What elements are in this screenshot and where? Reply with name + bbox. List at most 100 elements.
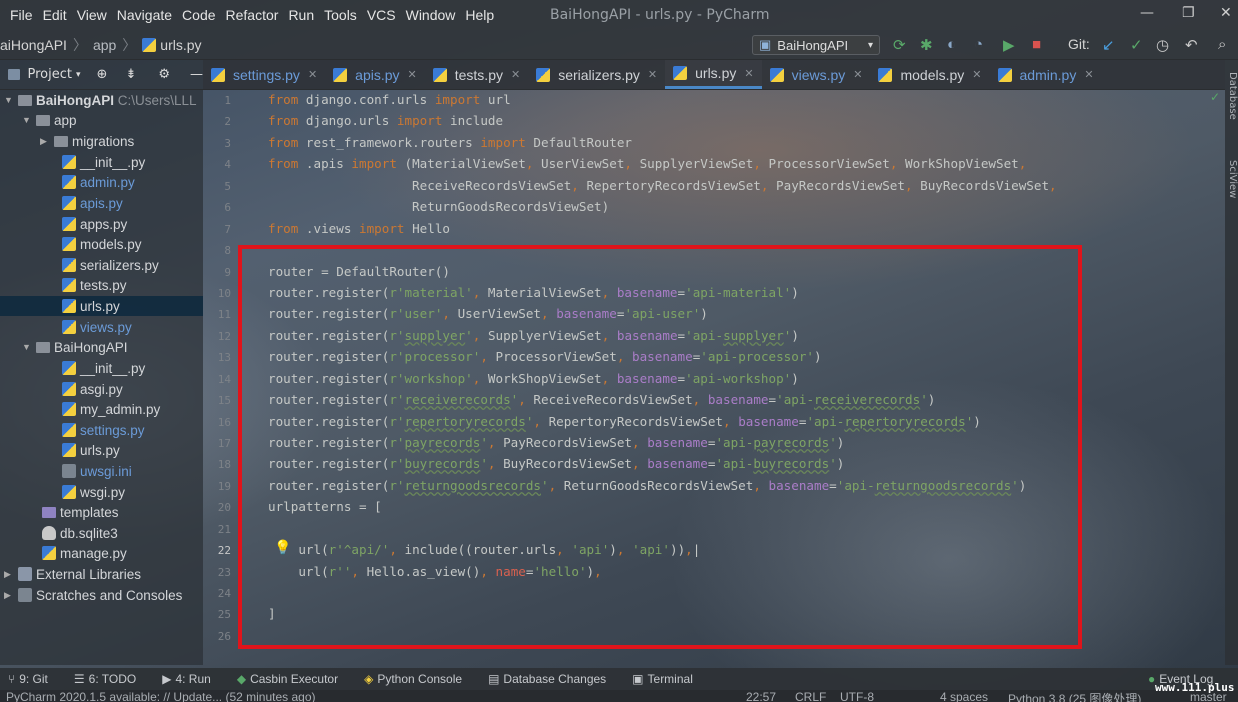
menu-view[interactable]: View xyxy=(72,7,112,23)
tree-item-apis-py[interactable]: apis.py xyxy=(62,193,123,213)
menu-run[interactable]: Run xyxy=(283,7,319,23)
tab-apis-py[interactable]: apis.py ✕ xyxy=(325,60,425,89)
run-configuration-select[interactable]: ▣ BaiHongAPI ▾ xyxy=(752,35,880,55)
tab-views-py[interactable]: views.py ✕ xyxy=(762,60,871,89)
expand-arrow-icon[interactable]: ▼ xyxy=(22,342,32,352)
caret-position[interactable]: 22:57 xyxy=(746,690,776,702)
tab-settings-py[interactable]: settings.py ✕ xyxy=(203,60,325,89)
git-commit-icon[interactable]: ✓ xyxy=(1130,36,1143,54)
close-tab-icon[interactable]: ✕ xyxy=(972,68,981,81)
close-tab-icon[interactable]: ✕ xyxy=(853,68,862,81)
tree-item-app[interactable]: ▼ app xyxy=(22,110,77,130)
tree-item-init-py[interactable]: __init__.py xyxy=(62,358,145,378)
tree-item-external-libraries[interactable]: ▶ External Libraries xyxy=(4,564,141,584)
close-tab-icon[interactable]: ✕ xyxy=(1084,68,1093,81)
breadcrumb-file[interactable]: urls.py xyxy=(160,37,201,53)
breadcrumb-project[interactable]: aiHongAPI xyxy=(0,37,67,53)
tree-item-apps-py[interactable]: apps.py xyxy=(62,214,127,234)
database-panel-button[interactable]: Database xyxy=(1227,72,1238,120)
collapse-arrow-icon[interactable]: ▶ xyxy=(4,590,14,601)
project-view-select[interactable]: Project xyxy=(28,67,72,82)
menu-help[interactable]: Help xyxy=(460,7,499,23)
database-changes-button[interactable]: ▤ Database Changes xyxy=(488,672,606,686)
stop-icon[interactable]: ■ xyxy=(1032,36,1041,53)
tree-item-views-py[interactable]: views.py xyxy=(62,317,132,337)
tab-urls-py-active[interactable]: urls.py ✕ xyxy=(665,60,762,89)
tree-item-urls-py[interactable]: urls.py xyxy=(62,440,120,460)
rollback-icon[interactable]: ↶ xyxy=(1185,36,1198,54)
tree-item-migrations[interactable]: ▶ migrations xyxy=(40,131,134,151)
tab-models-py[interactable]: models.py ✕ xyxy=(870,60,989,89)
collapse-arrow-icon[interactable]: ▶ xyxy=(4,569,14,580)
rerun-icon[interactable]: ⟳ xyxy=(893,36,906,54)
menu-file[interactable]: File xyxy=(0,7,38,23)
tree-item-manage-py[interactable]: manage.py xyxy=(42,543,127,563)
coverage-icon[interactable]: ◐ xyxy=(947,36,956,53)
locate-icon[interactable]: ⊕ xyxy=(97,67,108,82)
tree-item-project-root[interactable]: ▼ BaiHongAPI C:\Users\LLL xyxy=(4,90,197,110)
tree-item-urls-py-selected[interactable]: urls.py xyxy=(0,296,203,316)
tree-item-uwsgi-ini[interactable]: uwsgi.ini xyxy=(62,461,132,481)
tree-item-templates[interactable]: templates xyxy=(42,502,119,522)
chevron-down-icon[interactable]: ▾ xyxy=(76,70,81,80)
tab-admin-py[interactable]: admin.py ✕ xyxy=(990,60,1102,89)
tree-item-scratches[interactable]: ▶ Scratches and Consoles xyxy=(4,585,182,605)
tree-item-models-py[interactable]: models.py xyxy=(62,234,142,254)
file-encoding[interactable]: UTF-8 xyxy=(840,690,874,702)
hide-icon[interactable]: — xyxy=(190,67,203,82)
run-tool-button[interactable]: ▶ 4: Run xyxy=(162,672,211,686)
history-icon[interactable]: ◷ xyxy=(1156,36,1169,54)
breadcrumb-folder[interactable]: app xyxy=(93,37,116,53)
sciview-panel-button[interactable]: SciView xyxy=(1227,160,1238,198)
python-file-icon xyxy=(142,37,157,52)
expand-arrow-icon[interactable]: ▼ xyxy=(22,115,32,125)
expand-arrow-icon[interactable]: ▼ xyxy=(4,95,14,105)
close-tab-icon[interactable]: ✕ xyxy=(511,68,520,81)
inspection-ok-icon[interactable]: ✓ xyxy=(1210,90,1220,104)
tab-tests-py[interactable]: tests.py ✕ xyxy=(425,60,528,89)
tree-item-admin-py[interactable]: admin.py xyxy=(62,172,135,192)
close-tab-icon[interactable]: ✕ xyxy=(648,68,657,81)
search-icon[interactable]: ⌕ xyxy=(1218,36,1226,53)
tree-item-my-admin-py[interactable]: my_admin.py xyxy=(62,399,160,419)
indent-setting[interactable]: 4 spaces xyxy=(940,690,988,702)
collapse-arrow-icon[interactable]: ▶ xyxy=(40,136,50,147)
menu-code[interactable]: Code xyxy=(177,7,220,23)
debug-icon[interactable]: ✱ xyxy=(920,36,933,54)
profile-icon[interactable]: ◔ xyxy=(974,36,983,53)
tree-item-init-py[interactable]: __init__.py xyxy=(62,152,145,172)
collapse-all-icon[interactable]: ⇟ xyxy=(125,67,136,82)
tree-item-wsgi-py[interactable]: wsgi.py xyxy=(62,482,125,502)
restore-button[interactable]: ❐ xyxy=(1182,5,1195,21)
close-tab-icon[interactable]: ✕ xyxy=(408,68,417,81)
close-window-button[interactable]: ✕ xyxy=(1220,5,1232,21)
line-separator[interactable]: CRLF xyxy=(795,690,826,702)
git-tool-button[interactable]: ⑂ 9: Git xyxy=(8,672,48,686)
tab-serializers-py[interactable]: serializers.py ✕ xyxy=(528,60,665,89)
menu-window[interactable]: Window xyxy=(401,7,461,23)
menu-refactor[interactable]: Refactor xyxy=(221,7,284,23)
code-line: ReturnGoodsRecordsViewSet) xyxy=(268,199,610,214)
git-update-icon[interactable]: ↙ xyxy=(1102,36,1115,54)
run-concurrency-icon[interactable]: ▶ xyxy=(1003,36,1015,54)
tree-item-tests-py[interactable]: tests.py xyxy=(62,275,127,295)
menu-vcs[interactable]: VCS xyxy=(362,7,401,23)
todo-tool-button[interactable]: ☰ 6: TODO xyxy=(74,672,136,686)
menu-navigate[interactable]: Navigate xyxy=(112,7,177,23)
python-console-button[interactable]: ◈ Python Console xyxy=(364,672,462,686)
gear-icon[interactable]: ⚙ xyxy=(158,67,170,82)
update-message[interactable]: PyCharm 2020.1.5 available: // Update...… xyxy=(6,690,316,702)
minimize-button[interactable]: — xyxy=(1140,5,1154,21)
tree-item-serializers-py[interactable]: serializers.py xyxy=(62,255,159,275)
tree-item-db-sqlite3[interactable]: db.sqlite3 xyxy=(42,523,118,543)
close-tab-icon[interactable]: ✕ xyxy=(744,67,753,80)
tree-item-baihongapi-package[interactable]: ▼ BaiHongAPI xyxy=(22,337,128,357)
tree-item-settings-py[interactable]: settings.py xyxy=(62,420,145,440)
close-tab-icon[interactable]: ✕ xyxy=(308,68,317,81)
menu-edit[interactable]: Edit xyxy=(38,7,72,23)
tree-item-asgi-py[interactable]: asgi.py xyxy=(62,379,123,399)
casbin-executor-button[interactable]: ◆ Casbin Executor xyxy=(237,672,338,686)
terminal-button[interactable]: ▣ Terminal xyxy=(632,672,693,686)
menu-tools[interactable]: Tools xyxy=(319,7,362,23)
python-interpreter[interactable]: Python 3.8 (25 图像处理) xyxy=(1008,690,1141,702)
